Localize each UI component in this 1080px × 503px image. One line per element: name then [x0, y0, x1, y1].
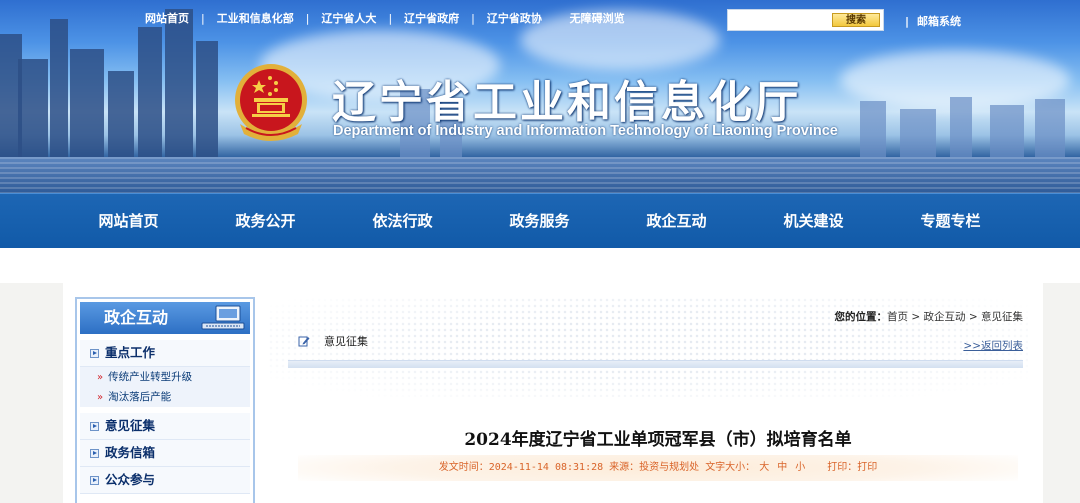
- font-size-label: 文字大小：: [705, 462, 756, 473]
- bullet-icon: [90, 476, 99, 485]
- nav-item-home[interactable]: 网站首页: [60, 194, 197, 249]
- font-size-medium[interactable]: 中: [777, 462, 787, 473]
- header-banner: 网站首页| 工业和信息化部| 辽宁省人大| 辽宁省政府| 辽宁省政协| 无障碍浏…: [0, 0, 1080, 193]
- sidebar-item-mailbox[interactable]: 政务信箱: [80, 440, 250, 467]
- national-emblem-icon: [235, 64, 307, 141]
- source-label: 来源：: [609, 462, 640, 473]
- search-box: 搜索: [727, 9, 884, 32]
- font-size-small[interactable]: 小: [795, 462, 805, 473]
- sidebar-item-label: 重点工作: [105, 345, 156, 360]
- content-container: 政企互动 重点工作 传统产业转型升级 淘汰落后产能 意见征集 政务信箱 公众参与: [63, 283, 1043, 503]
- top-link-miit[interactable]: 工业和信息化部: [217, 10, 294, 26]
- breadcrumb-interaction[interactable]: 政企互动: [924, 311, 966, 323]
- top-link-accessibility[interactable]: 无障碍浏览: [570, 10, 625, 26]
- sidebar: 政企互动 重点工作 传统产业转型升级 淘汰落后产能 意见征集 政务信箱 公众参与: [75, 297, 255, 503]
- sidebar-item-label: 意见征集: [105, 418, 156, 433]
- search-button[interactable]: 搜索: [832, 13, 880, 27]
- sidebar-subitem-industry-upgrade[interactable]: 传统产业转型升级: [80, 367, 250, 387]
- breadcrumb-home[interactable]: 首页: [887, 311, 908, 323]
- spacer: [0, 248, 1080, 283]
- top-link-gov[interactable]: 辽宁省政府: [404, 10, 459, 26]
- edit-icon: [298, 336, 310, 347]
- category-title: 意见征集: [324, 335, 368, 348]
- top-link-cppcc[interactable]: 辽宁省政协: [487, 10, 542, 26]
- font-size-large[interactable]: 大: [759, 462, 769, 473]
- site-title-en: Department of Industry and Information T…: [333, 123, 838, 139]
- top-link-npc[interactable]: 辽宁省人大: [321, 10, 376, 26]
- top-links: 网站首页| 工业和信息化部| 辽宁省人大| 辽宁省政府| 辽宁省政协| 无障碍浏…: [145, 10, 625, 26]
- publish-date: 2024-11-14 08:31:28: [488, 462, 604, 473]
- article-title: 2024年度辽宁省工业单项冠军县（市）拟培育名单: [464, 430, 852, 450]
- breadcrumb: 您的位置：首页 > 政企互动 > 意见征集: [835, 309, 1023, 324]
- site-title-cn: 辽宁省工业和信息化厅: [332, 77, 802, 128]
- nav-item-topics[interactable]: 专题专栏: [882, 194, 1019, 249]
- breadcrumb-sep: >: [908, 311, 924, 323]
- bullet-icon: [90, 422, 99, 431]
- breadcrumb-sep: >: [965, 311, 981, 323]
- category-header: 意见征集: [298, 333, 368, 349]
- search-input[interactable]: [730, 12, 834, 32]
- sidebar-item-label: 公众参与: [105, 472, 156, 487]
- sidebar-header: 政企互动: [80, 302, 250, 334]
- bullet-icon: [90, 449, 99, 458]
- sidebar-item-label: 政务信箱: [105, 445, 156, 460]
- mail-system-link[interactable]: 邮箱系统: [905, 13, 961, 29]
- back-to-list-link[interactable]: >>返回列表: [963, 338, 1023, 353]
- print-label: 打印：: [827, 462, 858, 473]
- divider: [288, 360, 1023, 368]
- source-value: 投资与规划处: [639, 462, 700, 473]
- breadcrumb-opinions[interactable]: 意见征集: [981, 311, 1023, 323]
- water-reflection: [0, 157, 1080, 193]
- nav-item-interaction[interactable]: 政企互动: [608, 194, 745, 249]
- sidebar-item-participation[interactable]: 公众参与: [80, 467, 250, 494]
- sidebar-item-opinions[interactable]: 意见征集: [80, 413, 250, 440]
- sidebar-item-key-work[interactable]: 重点工作: [80, 340, 250, 367]
- main-column: 您的位置：首页 > 政企互动 > 意见征集 意见征集 >>返回列表 2024年度…: [268, 283, 1028, 503]
- date-label: 发文时间：: [438, 462, 489, 473]
- nav-item-gov-affairs[interactable]: 政务公开: [197, 194, 334, 249]
- article-meta: 发文时间：2024-11-14 08:31:28 来源：投资与规划处 文字大小：…: [298, 455, 1018, 481]
- print-link[interactable]: 打印: [857, 462, 877, 473]
- main-nav: 网站首页 政务公开 依法行政 政务服务 政企互动 机关建设 专题专栏: [0, 193, 1080, 249]
- breadcrumb-label: 您的位置：: [834, 311, 888, 323]
- nav-item-services[interactable]: 政务服务: [471, 194, 608, 249]
- sidebar-title: 政企互动: [104, 308, 169, 327]
- bullet-icon: [90, 349, 99, 358]
- computer-icon: [201, 305, 245, 330]
- nav-item-org[interactable]: 机关建设: [745, 194, 882, 249]
- top-link-home[interactable]: 网站首页: [145, 10, 189, 26]
- nav-item-law[interactable]: 依法行政: [334, 194, 471, 249]
- sidebar-subitem-eliminate-capacity[interactable]: 淘汰落后产能: [80, 387, 250, 407]
